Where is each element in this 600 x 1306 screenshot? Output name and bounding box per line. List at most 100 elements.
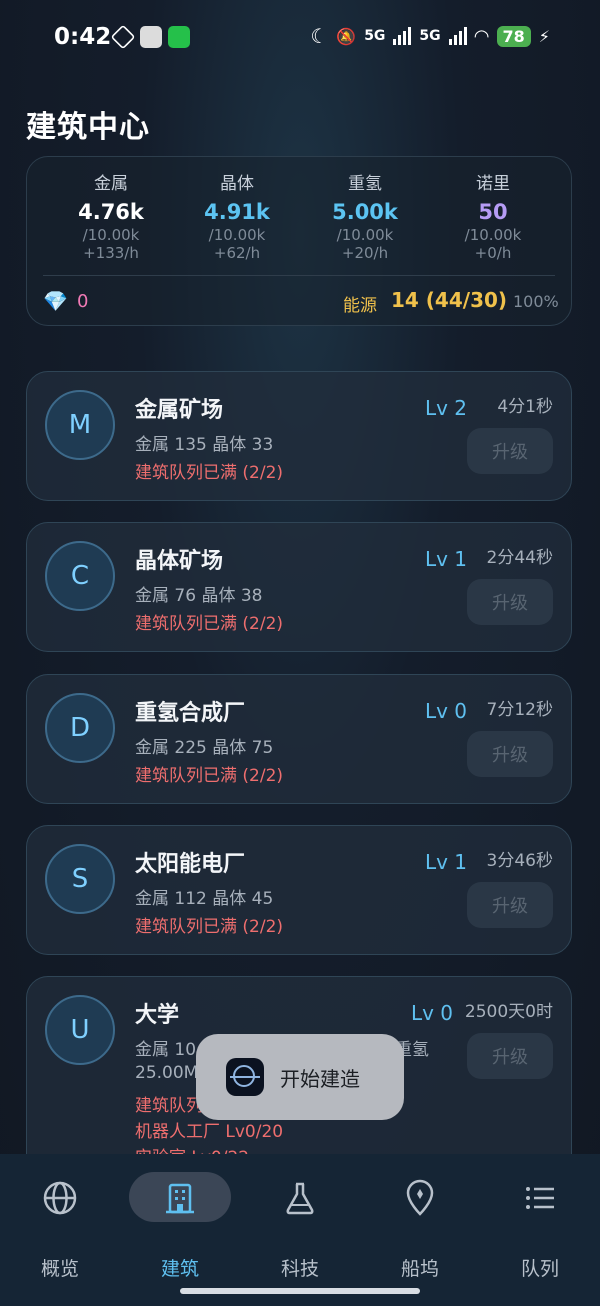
building-avatar: D — [45, 693, 115, 763]
nav-label: 队列 — [520, 1258, 559, 1280]
status-bar: 0:42 ☾ 🔕 5G 5G ◠ 78 ⚡ — [0, 0, 600, 78]
upgrade-button[interactable]: 升级 — [467, 882, 553, 928]
resource-capacity: /10.00k — [464, 226, 522, 244]
resource-rate: +20/h — [341, 244, 389, 262]
gem-count: 0 — [77, 291, 89, 312]
dnd-moon-icon: ☾ — [310, 24, 329, 48]
building-card-solar-plant: S 太阳能电厂 金属 112 晶体 45 建筑队列已满 (2/2) Lv 1 3… — [26, 825, 572, 955]
building-name: 大学 — [135, 1003, 180, 1028]
building-avatar: S — [45, 844, 115, 914]
build-time: 2500天0时 — [464, 1002, 553, 1022]
status-time: 0:42 — [54, 24, 112, 50]
toast: 开始建造 — [196, 1034, 404, 1120]
energy-label: 能源 — [343, 296, 377, 316]
signal-bars-icon-2 — [448, 27, 467, 45]
build-time: 3分46秒 — [486, 851, 553, 871]
nav-label: 概览 — [40, 1258, 79, 1280]
page-title: 建筑中心 — [26, 110, 150, 145]
queue-full-warning: 建筑队列 — [135, 1096, 203, 1116]
mute-icon: 🔕 — [336, 26, 357, 46]
building-name: 太阳能电厂 — [135, 852, 246, 877]
signal-bars-icon — [393, 27, 412, 45]
building-avatar: M — [45, 390, 115, 460]
wifi-icon: ◠ — [474, 25, 489, 47]
building-cost: 金属 135 晶体 33 — [135, 435, 274, 455]
nav-overview[interactable]: 概览 — [5, 1172, 115, 1280]
nav-tech[interactable]: 科技 — [245, 1172, 355, 1280]
nav-buildings[interactable]: 建筑 — [125, 1172, 235, 1280]
building-cost: 金属 112 晶体 45 — [135, 889, 274, 909]
bottom-nav: 概览 建筑 科技 船坞 队列 — [0, 1154, 600, 1306]
globe-icon — [43, 1181, 77, 1215]
diamond-icon: 💎 — [43, 289, 68, 313]
building-cost-line2: 25.00M — [135, 1063, 199, 1083]
phone-app-icon — [168, 26, 190, 48]
resource-name: 重氢 — [348, 174, 382, 194]
resource-value: 50 — [478, 200, 508, 224]
requirement-robot-factory: 机器人工厂 Lv0/20 — [135, 1122, 284, 1142]
resource-value: 5.00k — [332, 200, 398, 224]
building-cost: 金属 10 — [135, 1040, 197, 1060]
building-level: Lv 0 — [410, 1001, 453, 1025]
energy-value: 14 (44/30) — [391, 288, 508, 312]
status-right: ☾ 🔕 5G 5G ◠ 78 ⚡ — [310, 24, 550, 48]
location-pin-icon — [406, 1179, 434, 1216]
build-time: 2分44秒 — [486, 548, 553, 568]
building-level: Lv 1 — [424, 547, 467, 571]
flask-icon — [286, 1182, 314, 1215]
building-level: Lv 2 — [424, 396, 467, 420]
upgrade-button[interactable]: 升级 — [467, 428, 553, 474]
resource-name: 晶体 — [220, 174, 254, 194]
resource-capacity: /10.00k — [336, 226, 394, 244]
building-cost: 金属 225 晶体 75 — [135, 738, 274, 758]
building-name: 晶体矿场 — [135, 549, 224, 574]
nav-label: 建筑 — [160, 1258, 199, 1280]
building-card-crystal-mine: C 晶体矿场 金属 76 晶体 38 建筑队列已满 (2/2) Lv 1 2分4… — [26, 522, 572, 652]
upgrade-button[interactable]: 升级 — [467, 579, 553, 625]
nav-queue[interactable]: 队列 — [485, 1172, 595, 1280]
building-level: Lv 0 — [424, 699, 467, 723]
build-time: 4分1秒 — [497, 397, 553, 417]
queue-full-warning: 建筑队列已满 (2/2) — [135, 766, 284, 786]
resource-deuterium: 重氢 5.00k /10.00k +20/h — [305, 169, 425, 262]
resource-metal: 金属 4.76k /10.00k +133/h — [51, 169, 171, 262]
resource-panel: 金属 4.76k /10.00k +133/h 晶体 4.91k /10.00k… — [26, 156, 572, 326]
resource-name: 金属 — [94, 174, 128, 194]
resource-crystal: 晶体 4.91k /10.00k +62/h — [177, 169, 297, 262]
build-time: 7分12秒 — [486, 700, 553, 720]
queue-full-warning: 建筑队列已满 (2/2) — [135, 463, 284, 483]
signal-5g-label-1: 5G — [364, 28, 386, 44]
resource-value: 4.91k — [204, 200, 270, 224]
building-level: Lv 1 — [424, 850, 467, 874]
resource-rate: +62/h — [213, 244, 261, 262]
nav-label: 船坞 — [400, 1258, 439, 1280]
building-card-metal-mine: M 金属矿场 金属 135 晶体 33 建筑队列已满 (2/2) Lv 2 4分… — [26, 371, 572, 501]
queue-full-warning: 建筑队列已满 (2/2) — [135, 917, 284, 937]
resource-value: 4.76k — [78, 200, 144, 224]
app-icon — [226, 1058, 264, 1096]
resource-capacity: /10.00k — [82, 226, 140, 244]
toast-text: 开始建造 — [280, 1066, 360, 1091]
app-notification-icon — [110, 24, 136, 50]
building-avatar: U — [45, 995, 115, 1065]
resource-rate: +133/h — [83, 244, 139, 262]
upgrade-button[interactable]: 升级 — [467, 731, 553, 777]
charging-icon: ⚡ — [538, 26, 550, 46]
resource-name: 诺里 — [476, 174, 510, 194]
building-name: 金属矿场 — [135, 398, 224, 423]
building-name: 重氢合成厂 — [135, 701, 246, 726]
building-avatar: C — [45, 541, 115, 611]
energy-percent: 100% — [513, 292, 559, 311]
upgrade-button[interactable]: 升级 — [467, 1033, 553, 1079]
building-card-deuterium-synth: D 重氢合成厂 金属 225 晶体 75 建筑队列已满 (2/2) Lv 0 7… — [26, 674, 572, 804]
queue-full-warning: 建筑队列已满 (2/2) — [135, 614, 284, 634]
clock-app-icon — [140, 26, 162, 48]
nav-label: 科技 — [280, 1258, 319, 1280]
signal-5g-label-2: 5G — [419, 28, 441, 44]
resource-norium: 诺里 50 /10.00k +0/h — [433, 169, 553, 262]
battery-level: 78 — [496, 25, 531, 47]
home-indicator[interactable] — [180, 1288, 420, 1294]
resource-rate: +0/h — [474, 244, 512, 262]
nav-shipyard[interactable]: 船坞 — [365, 1172, 475, 1280]
resource-capacity: /10.00k — [208, 226, 266, 244]
